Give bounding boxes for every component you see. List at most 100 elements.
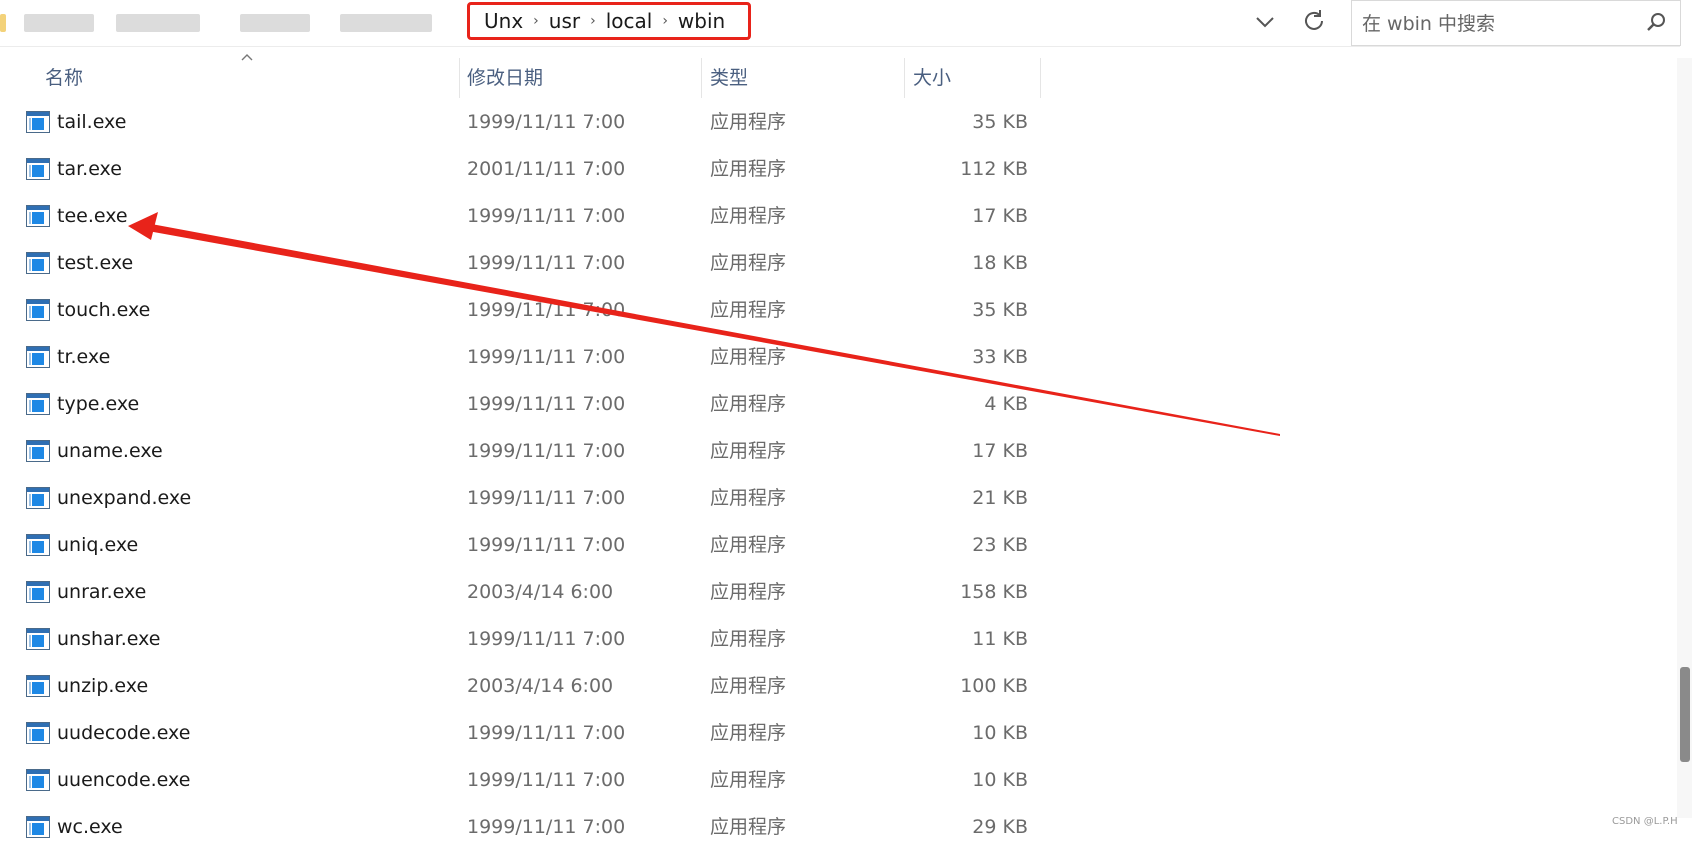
file-row[interactable]: touch.exe 1999/11/11 7:00 应用程序 35 KB [0,287,1040,334]
blurred-breadcrumb-prefix [0,8,460,38]
file-row[interactable]: test.exe 1999/11/11 7:00 应用程序 18 KB [0,240,1040,287]
file-row[interactable]: uuencode.exe 1999/11/11 7:00 应用程序 10 KB [0,757,1040,804]
watermark: CSDN @L.P.H [1612,816,1678,827]
file-row[interactable]: wc.exe 1999/11/11 7:00 应用程序 29 KB [0,804,1040,851]
file-name[interactable]: type.exe [57,381,139,428]
breadcrumb-item-local[interactable]: local [606,9,653,33]
file-row[interactable]: unrar.exe 2003/4/14 6:00 应用程序 158 KB [0,569,1040,616]
file-row[interactable]: uudecode.exe 1999/11/11 7:00 应用程序 10 KB [0,710,1040,757]
file-row[interactable]: tr.exe 1999/11/11 7:00 应用程序 33 KB [0,334,1040,381]
file-row[interactable]: uname.exe 1999/11/11 7:00 应用程序 17 KB [0,428,1040,475]
file-type: 应用程序 [710,299,787,321]
file-modified-date: 1999/11/11 7:00 [467,346,626,368]
file-name[interactable]: unexpand.exe [57,475,191,522]
breadcrumb-item-usr[interactable]: usr [549,9,580,33]
file-modified-date: 2003/4/14 6:00 [467,581,614,603]
column-header-date[interactable]: 修改日期 [467,58,543,98]
column-header-size[interactable]: 大小 [913,58,951,98]
address-toolbar: Unx › usr › local › wbin [0,0,1694,46]
search-input[interactable] [1360,9,1634,39]
file-name[interactable]: tr.exe [57,334,110,381]
exe-file-icon [26,440,50,462]
breadcrumb-separator-icon[interactable]: › [662,13,668,29]
file-row[interactable]: tail.exe 1999/11/11 7:00 应用程序 35 KB [0,99,1040,146]
file-row[interactable]: type.exe 1999/11/11 7:00 应用程序 4 KB [0,381,1040,428]
file-name[interactable]: uudecode.exe [57,710,190,757]
exe-file-icon [26,769,50,791]
file-name[interactable]: unzip.exe [57,663,148,710]
file-size: 4 KB [984,393,1028,415]
file-type: 应用程序 [710,581,787,603]
exe-file-icon [26,111,50,133]
column-divider[interactable] [701,58,702,98]
exe-file-icon [26,158,50,180]
file-name[interactable]: uniq.exe [57,522,138,569]
file-type: 应用程序 [710,769,787,791]
exe-file-icon [26,581,50,603]
file-modified-date: 1999/11/11 7:00 [467,628,626,650]
refresh-icon[interactable] [1300,7,1328,35]
address-bar-controls [751,0,1337,46]
file-name[interactable]: test.exe [57,240,133,287]
column-divider[interactable] [904,58,905,98]
exe-file-icon [26,722,50,744]
file-name[interactable]: tee.exe [57,193,128,240]
file-type: 应用程序 [710,628,787,650]
file-name[interactable]: uname.exe [57,428,163,475]
file-size: 10 KB [972,769,1028,791]
exe-file-icon [26,393,50,415]
file-size: 33 KB [972,346,1028,368]
file-type: 应用程序 [710,816,787,838]
file-row[interactable]: uniq.exe 1999/11/11 7:00 应用程序 23 KB [0,522,1040,569]
column-divider[interactable] [1040,58,1041,98]
search-box[interactable] [1351,0,1681,46]
file-size: 29 KB [972,816,1028,838]
file-row[interactable]: tar.exe 2001/11/11 7:00 应用程序 112 KB [0,146,1040,193]
file-name[interactable]: uuencode.exe [57,757,190,804]
column-divider[interactable] [459,58,460,98]
file-size: 100 KB [960,675,1028,697]
file-modified-date: 1999/11/11 7:00 [467,487,626,509]
file-name[interactable]: unshar.exe [57,616,160,663]
breadcrumb-item-unx[interactable]: Unx [484,9,523,33]
file-name[interactable]: touch.exe [57,287,150,334]
breadcrumb-separator-icon[interactable]: › [533,13,539,29]
exe-file-icon [26,299,50,321]
file-type: 应用程序 [710,393,787,415]
scrollbar-thumb[interactable] [1680,667,1690,762]
toolbar-divider [0,46,1680,47]
file-type: 应用程序 [710,111,787,133]
chevron-down-icon[interactable] [1251,8,1279,36]
search-icon[interactable] [1643,10,1669,36]
file-modified-date: 1999/11/11 7:00 [467,111,626,133]
column-header-name[interactable]: 名称 [45,58,83,98]
file-modified-date: 1999/11/11 7:00 [467,205,626,227]
file-modified-date: 1999/11/11 7:00 [467,393,626,415]
file-name[interactable]: tail.exe [57,99,126,146]
file-name[interactable]: unrar.exe [57,569,146,616]
file-size: 17 KB [972,205,1028,227]
file-name[interactable]: tar.exe [57,146,122,193]
breadcrumb-item-wbin[interactable]: wbin [678,9,725,33]
file-size: 10 KB [972,722,1028,744]
file-row[interactable]: unexpand.exe 1999/11/11 7:00 应用程序 21 KB [0,475,1040,522]
file-modified-date: 1999/11/11 7:00 [467,252,626,274]
file-type: 应用程序 [710,487,787,509]
file-name[interactable]: wc.exe [57,804,123,851]
file-modified-date: 1999/11/11 7:00 [467,722,626,744]
exe-file-icon [26,346,50,368]
exe-file-icon [26,205,50,227]
file-type: 应用程序 [710,252,787,274]
file-type: 应用程序 [710,158,787,180]
file-modified-date: 1999/11/11 7:00 [467,440,626,462]
file-size: 18 KB [972,252,1028,274]
file-type: 应用程序 [710,722,787,744]
file-type: 应用程序 [710,440,787,462]
file-row[interactable]: unzip.exe 2003/4/14 6:00 应用程序 100 KB [0,663,1040,710]
file-row[interactable]: unshar.exe 1999/11/11 7:00 应用程序 11 KB [0,616,1040,663]
file-row[interactable]: tee.exe 1999/11/11 7:00 应用程序 17 KB [0,193,1040,240]
breadcrumb-separator-icon[interactable]: › [590,13,596,29]
column-header-type[interactable]: 类型 [710,58,748,98]
address-bar-highlighted[interactable]: Unx › usr › local › wbin [467,2,751,40]
file-type: 应用程序 [710,675,787,697]
